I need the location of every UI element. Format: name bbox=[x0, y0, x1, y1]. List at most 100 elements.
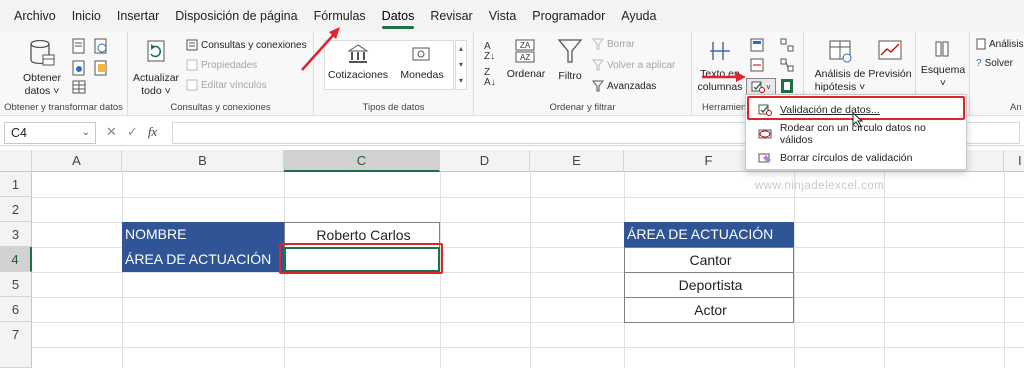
row-header-4[interactable]: 4 bbox=[0, 247, 32, 272]
svg-text:ZA: ZA bbox=[520, 41, 531, 50]
relationships-icon[interactable] bbox=[780, 58, 794, 75]
enter-icon[interactable]: ✓ bbox=[127, 124, 138, 140]
name-box-chevron-icon[interactable]: ⌄ bbox=[82, 123, 90, 143]
consolidate-icon[interactable] bbox=[780, 38, 794, 55]
menu-revisar[interactable]: Revisar bbox=[422, 0, 480, 32]
flash-fill-icon[interactable] bbox=[750, 38, 764, 55]
advanced-button[interactable]: Avanzadas bbox=[592, 80, 656, 92]
column-header-c[interactable]: C bbox=[284, 150, 440, 172]
svg-text:AZ: AZ bbox=[520, 53, 530, 62]
row-header-3[interactable]: 3 bbox=[0, 222, 32, 247]
remove-duplicates-icon[interactable] bbox=[750, 58, 764, 75]
insert-function-icon[interactable]: fx bbox=[148, 124, 157, 140]
database-icon bbox=[30, 39, 55, 66]
filter-icon bbox=[557, 39, 583, 63]
column-header-b[interactable]: B bbox=[122, 150, 284, 172]
clear-filter-icon bbox=[592, 38, 604, 50]
sort-button[interactable]: ZA AZ Ordenar bbox=[506, 38, 546, 81]
menu-disposicion[interactable]: Disposición de página bbox=[167, 0, 305, 32]
cell-f6[interactable]: Actor bbox=[624, 297, 794, 323]
name-box-value: C4 bbox=[11, 126, 27, 140]
menu-programador[interactable]: Programador bbox=[524, 0, 613, 32]
filter-button[interactable]: Filtro bbox=[554, 38, 586, 83]
properties-icon bbox=[186, 59, 198, 71]
select-all-corner[interactable] bbox=[0, 150, 32, 172]
annotation-arrow-datos bbox=[301, 27, 340, 71]
get-data-label-2: datos ˅ bbox=[24, 85, 60, 97]
group-label-sort: Ordenar y filtrar bbox=[549, 102, 616, 113]
menu-insertar[interactable]: Insertar bbox=[109, 0, 167, 32]
from-table-icon[interactable] bbox=[72, 80, 86, 97]
refresh-label-1: Actualizar bbox=[132, 72, 180, 84]
row-header-6[interactable]: 6 bbox=[0, 297, 32, 322]
row-header-7[interactable]: 7 bbox=[0, 322, 32, 368]
reapply-label: Volver a aplicar bbox=[607, 59, 676, 71]
clear-circles-label: Borrar círculos de validación bbox=[780, 152, 913, 164]
sort-za-icon[interactable]: Z A↓ bbox=[484, 68, 496, 88]
outline-chevron: ˅ bbox=[939, 77, 947, 89]
get-data-button[interactable]: Obtener datos ˅ bbox=[20, 38, 64, 98]
refresh-all-button[interactable]: Actualizar todo ˅ bbox=[132, 38, 180, 98]
highlight-cell-c4 bbox=[279, 243, 443, 274]
clear-circles-icon bbox=[758, 153, 771, 163]
group-label-queries: Consultas y conexiones bbox=[170, 102, 271, 113]
name-box[interactable]: C4 ⌄ bbox=[4, 122, 96, 144]
gridline bbox=[530, 172, 531, 368]
mouse-cursor-icon bbox=[852, 112, 864, 128]
row-header-2[interactable]: 2 bbox=[0, 197, 32, 222]
column-header-d[interactable]: D bbox=[440, 150, 530, 172]
sort-az-icon[interactable]: A Z↓ bbox=[484, 42, 495, 62]
menu-ayuda[interactable]: Ayuda bbox=[613, 0, 664, 32]
gridline bbox=[32, 347, 1024, 348]
clear-label: Borrar bbox=[607, 38, 635, 50]
from-text-icon[interactable] bbox=[72, 38, 86, 57]
cancel-icon[interactable]: ✕ bbox=[106, 124, 117, 140]
cell-b4[interactable]: ÁREA DE ACTUACIÓN bbox=[122, 247, 284, 272]
from-web-icon[interactable] bbox=[72, 60, 86, 79]
queries-connections-button[interactable]: Consultas y conexiones bbox=[186, 39, 307, 51]
cell-f3[interactable]: ÁREA DE ACTUACIÓN bbox=[624, 222, 794, 247]
gallery-scroll[interactable]: ▴ ▾ ▾ bbox=[455, 40, 467, 90]
edit-links-button[interactable]: Editar vínculos bbox=[186, 79, 267, 91]
edit-links-label: Editar vínculos bbox=[201, 79, 267, 91]
edit-links-icon bbox=[186, 79, 198, 91]
text-to-columns-icon bbox=[710, 42, 730, 60]
menu-inicio[interactable]: Inicio bbox=[64, 0, 109, 32]
column-header-e[interactable]: E bbox=[530, 150, 624, 172]
group-sort-filter: A Z↓ Z A↓ ZA AZ Ordenar Filtro Borrar Volve… bbox=[474, 32, 692, 116]
what-if-button[interactable]: Análisis de hipótesis ˅ bbox=[812, 38, 868, 94]
cell-b3[interactable]: NOMBRE bbox=[122, 222, 284, 247]
column-header-a[interactable]: A bbox=[32, 150, 122, 172]
menu-item-clear-circles[interactable]: Borrar círculos de validación bbox=[752, 147, 960, 169]
group-label-analysis: An bbox=[1010, 102, 1022, 113]
menu-archivo[interactable]: Archivo bbox=[6, 0, 64, 32]
cell-f4[interactable]: Cantor bbox=[624, 247, 794, 273]
text-to-columns-button[interactable]: Texto en columnas bbox=[696, 38, 744, 94]
solver-button[interactable]: ? Solver bbox=[976, 58, 1013, 69]
gridline bbox=[32, 272, 1024, 273]
reapply-button[interactable]: Volver a aplicar bbox=[592, 59, 675, 71]
data-analysis-button[interactable]: Análisis bbox=[976, 38, 1023, 50]
menu-bar: Archivo Inicio Insertar Disposición de p… bbox=[0, 0, 1024, 32]
cell-f5[interactable]: Deportista bbox=[624, 272, 794, 298]
forecast-sheet-button[interactable]: Previsión bbox=[868, 38, 912, 81]
currency-icon bbox=[412, 47, 430, 61]
what-if-label-2: hipótesis ˅ bbox=[814, 81, 866, 93]
outline-button[interactable]: Esquema ˅ bbox=[920, 38, 966, 90]
what-if-icon bbox=[829, 40, 852, 63]
filter-label: Filtro bbox=[558, 70, 582, 82]
properties-button[interactable]: Propiedades bbox=[186, 59, 257, 71]
queries-icon bbox=[186, 39, 198, 51]
menu-datos[interactable]: Datos bbox=[374, 0, 423, 32]
column-header-i[interactable]: I bbox=[1004, 150, 1024, 172]
forecast-label: Previsión bbox=[868, 68, 912, 80]
annotation-arrow-validation bbox=[702, 72, 746, 82]
gridline bbox=[1004, 172, 1005, 368]
clear-filter-button[interactable]: Borrar bbox=[592, 38, 635, 50]
recent-sources-icon[interactable] bbox=[94, 38, 108, 57]
row-header-5[interactable]: 5 bbox=[0, 272, 32, 297]
row-header-1[interactable]: 1 bbox=[0, 172, 32, 197]
existing-connections-icon[interactable] bbox=[94, 60, 108, 79]
currencies-button[interactable]: Monedas bbox=[391, 43, 453, 82]
menu-vista[interactable]: Vista bbox=[481, 0, 525, 32]
